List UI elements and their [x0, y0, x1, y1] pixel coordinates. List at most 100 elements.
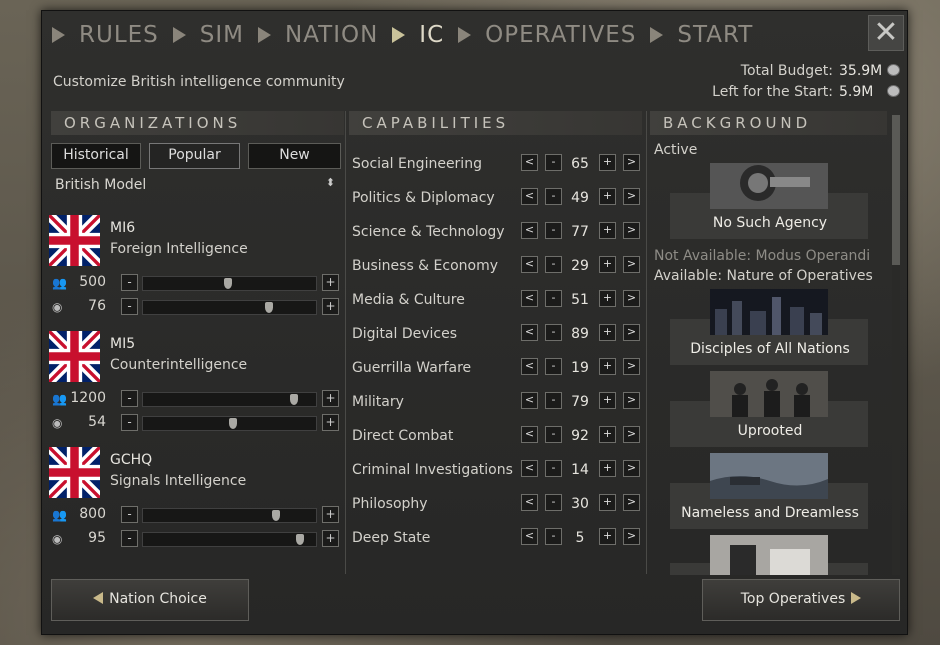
- increase-button[interactable]: +: [322, 298, 339, 315]
- step-rules[interactable]: RULES: [52, 22, 159, 48]
- capability-value: 65: [571, 156, 589, 172]
- capability-row: Media & Culture < -51 + >: [349, 285, 642, 319]
- increase-large-button[interactable]: >: [623, 324, 640, 341]
- decrease-button[interactable]: -: [121, 506, 138, 523]
- decrease-button[interactable]: -: [121, 298, 138, 315]
- increase-large-button[interactable]: >: [623, 256, 640, 273]
- top-operatives-button[interactable]: Top Operatives: [702, 579, 900, 621]
- increase-button[interactable]: +: [599, 256, 616, 273]
- increase-button[interactable]: +: [322, 414, 339, 431]
- increase-button[interactable]: +: [599, 324, 616, 341]
- decrease-button[interactable]: -: [121, 390, 138, 407]
- background-scrollbar[interactable]: [892, 115, 900, 575]
- decrease-large-button[interactable]: <: [521, 494, 538, 511]
- slider-handle[interactable]: [228, 418, 237, 429]
- step-ic[interactable]: IC: [392, 22, 444, 48]
- brain-icon: ◉: [52, 532, 63, 546]
- decrease-button[interactable]: -: [545, 528, 562, 545]
- decrease-large-button[interactable]: <: [521, 222, 538, 239]
- slider-handle[interactable]: [289, 394, 298, 405]
- scrollbar-thumb[interactable]: [892, 115, 900, 265]
- capability-value: 51: [571, 292, 589, 308]
- decrease-large-button[interactable]: <: [521, 256, 538, 273]
- decrease-button[interactable]: -: [121, 530, 138, 547]
- decrease-button[interactable]: -: [121, 414, 138, 431]
- capability-name: Science & Technology: [352, 224, 505, 240]
- increase-button[interactable]: +: [599, 290, 616, 307]
- staff-slider[interactable]: [142, 276, 317, 291]
- increase-large-button[interactable]: >: [623, 392, 640, 409]
- increase-button[interactable]: +: [322, 274, 339, 291]
- start-budget: Left for the Start: 5.9M: [712, 84, 900, 100]
- step-operatives[interactable]: OPERATIVES: [458, 22, 636, 48]
- slider-handle[interactable]: [272, 510, 281, 521]
- increase-large-button[interactable]: >: [623, 290, 640, 307]
- increase-button[interactable]: +: [322, 530, 339, 547]
- increase-button[interactable]: +: [599, 494, 616, 511]
- ic-setup-window: RULES SIM NATION IC OPERATIVES START ✕ C…: [41, 10, 908, 635]
- decrease-button[interactable]: -: [545, 222, 562, 239]
- tab-popular[interactable]: Popular: [149, 143, 240, 169]
- decrease-large-button[interactable]: <: [521, 324, 538, 341]
- increase-large-button[interactable]: >: [623, 528, 640, 545]
- step-sim[interactable]: SIM: [172, 22, 244, 48]
- skill-slider[interactable]: [142, 532, 317, 547]
- decrease-button[interactable]: -: [545, 460, 562, 477]
- decrease-button[interactable]: -: [121, 274, 138, 291]
- decrease-button[interactable]: -: [545, 188, 562, 205]
- tab-new[interactable]: New: [248, 143, 341, 169]
- increase-button[interactable]: +: [322, 506, 339, 523]
- step-start[interactable]: START: [650, 22, 753, 48]
- nation-choice-button[interactable]: Nation Choice: [51, 579, 249, 621]
- increase-large-button[interactable]: >: [623, 222, 640, 239]
- increase-button[interactable]: +: [599, 188, 616, 205]
- capability-value: 89: [571, 326, 589, 342]
- increase-large-button[interactable]: >: [623, 460, 640, 477]
- slider-handle[interactable]: [265, 302, 274, 313]
- increase-button[interactable]: +: [599, 222, 616, 239]
- model-select[interactable]: British Model ⬍: [55, 176, 335, 193]
- decrease-large-button[interactable]: <: [521, 358, 538, 375]
- staff-slider[interactable]: [142, 508, 317, 523]
- decrease-button[interactable]: -: [545, 256, 562, 273]
- step-nation[interactable]: NATION: [258, 22, 378, 48]
- skill-slider[interactable]: [142, 416, 317, 431]
- decrease-button[interactable]: -: [545, 324, 562, 341]
- wizard-steps: RULES SIM NATION IC OPERATIVES START: [52, 15, 767, 55]
- increase-button[interactable]: +: [599, 426, 616, 443]
- decrease-button[interactable]: -: [545, 392, 562, 409]
- close-icon[interactable]: ✕: [868, 15, 904, 51]
- staff-slider[interactable]: [142, 392, 317, 407]
- increase-button[interactable]: +: [599, 358, 616, 375]
- decrease-large-button[interactable]: <: [521, 290, 538, 307]
- decrease-large-button[interactable]: <: [521, 460, 538, 477]
- slider-handle[interactable]: [223, 278, 232, 289]
- increase-button[interactable]: +: [599, 154, 616, 171]
- decrease-button[interactable]: -: [545, 426, 562, 443]
- decrease-large-button[interactable]: <: [521, 154, 538, 171]
- decrease-button[interactable]: -: [545, 494, 562, 511]
- increase-large-button[interactable]: >: [623, 494, 640, 511]
- decrease-large-button[interactable]: <: [521, 528, 538, 545]
- increase-button[interactable]: +: [599, 460, 616, 477]
- tab-historical[interactable]: Historical: [51, 143, 141, 169]
- decrease-large-button[interactable]: <: [521, 188, 538, 205]
- increase-large-button[interactable]: >: [623, 188, 640, 205]
- decrease-button[interactable]: -: [545, 290, 562, 307]
- increase-large-button[interactable]: >: [623, 358, 640, 375]
- skill-slider[interactable]: [142, 300, 317, 315]
- slider-handle[interactable]: [296, 534, 305, 545]
- decrease-button[interactable]: -: [545, 154, 562, 171]
- increase-large-button[interactable]: >: [623, 426, 640, 443]
- capability-name: Direct Combat: [352, 428, 454, 444]
- decrease-large-button[interactable]: <: [521, 426, 538, 443]
- increase-large-button[interactable]: >: [623, 154, 640, 171]
- increase-button[interactable]: +: [322, 390, 339, 407]
- increase-button[interactable]: +: [599, 528, 616, 545]
- decrease-button[interactable]: -: [545, 358, 562, 375]
- decrease-large-button[interactable]: <: [521, 392, 538, 409]
- increase-button[interactable]: +: [599, 392, 616, 409]
- page-subtitle: Customize British intelligence community: [53, 74, 345, 90]
- staff-row: 👥 800- +: [49, 505, 339, 525]
- skill-value: 54: [88, 414, 106, 430]
